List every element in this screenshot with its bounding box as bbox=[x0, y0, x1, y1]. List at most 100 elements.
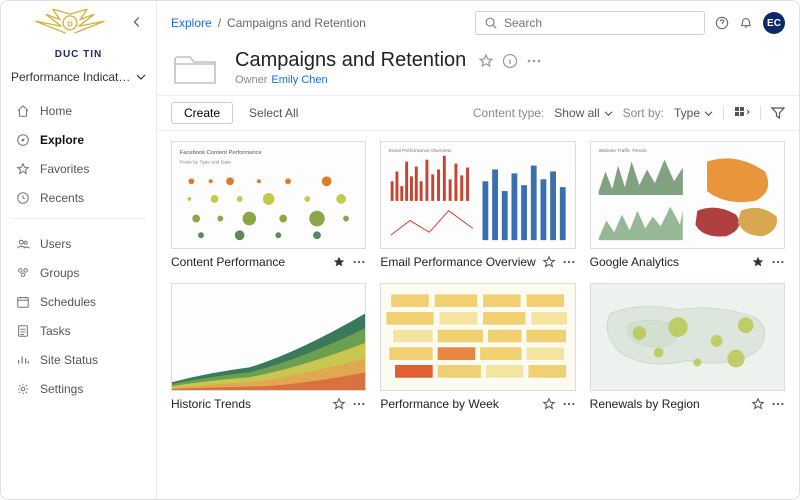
sidebar-divider bbox=[11, 218, 146, 219]
chevron-down-icon bbox=[136, 72, 146, 82]
favorite-star-icon[interactable] bbox=[542, 397, 556, 411]
card-title: Google Analytics bbox=[590, 255, 679, 269]
sidebar-item-tasks[interactable]: Tasks bbox=[1, 316, 156, 345]
favorite-page-star-icon[interactable] bbox=[478, 53, 494, 69]
card-title: Historic Trends bbox=[171, 397, 251, 411]
sidebar-item-recents[interactable]: Recents bbox=[1, 183, 156, 212]
site-selector[interactable]: Performance Indicat… bbox=[11, 70, 146, 84]
search-input[interactable] bbox=[504, 16, 696, 30]
card-thumbnail bbox=[380, 283, 575, 391]
svg-text:Email Performance Overview: Email Performance Overview bbox=[389, 148, 452, 154]
card-thumbnail bbox=[171, 283, 366, 391]
view-toggle[interactable] bbox=[734, 106, 750, 120]
chevron-down-icon bbox=[704, 109, 713, 118]
favorite-star-icon[interactable] bbox=[542, 255, 556, 269]
sidebar-collapse-icon[interactable] bbox=[128, 13, 146, 31]
sidebar-nav-primary: Home Explore Favorites Recents bbox=[1, 92, 156, 212]
sidebar-item-home[interactable]: Home bbox=[1, 96, 156, 125]
card-more-icon[interactable] bbox=[771, 397, 785, 411]
favorite-star-icon[interactable] bbox=[332, 397, 346, 411]
sidebar-item-site-status[interactable]: Site Status bbox=[1, 345, 156, 374]
card-google-analytics[interactable]: Website Traffic Trends Google Analytics bbox=[590, 141, 785, 269]
users-icon bbox=[15, 236, 30, 251]
card-more-icon[interactable] bbox=[352, 397, 366, 411]
filter-icon[interactable] bbox=[771, 106, 785, 120]
card-more-icon[interactable] bbox=[562, 397, 576, 411]
user-avatar[interactable]: EC bbox=[763, 12, 785, 34]
star-icon bbox=[15, 161, 30, 176]
breadcrumb-root[interactable]: Explore bbox=[171, 16, 212, 30]
page-header: Campaigns and Retention Owner Emily Chen bbox=[157, 41, 799, 95]
groups-icon bbox=[15, 265, 30, 280]
sidebar-nav-admin: Users Groups Schedules Tasks Site Status… bbox=[1, 225, 156, 403]
create-button[interactable]: Create bbox=[171, 102, 233, 124]
status-icon bbox=[15, 352, 30, 367]
select-all-link[interactable]: Select All bbox=[249, 106, 298, 120]
sidebar-item-users[interactable]: Users bbox=[1, 229, 156, 258]
card-title: Email Performance Overview bbox=[380, 255, 535, 269]
sidebar-item-label: Favorites bbox=[40, 162, 89, 176]
owner-link[interactable]: Emily Chen bbox=[271, 74, 327, 86]
sidebar-item-schedules[interactable]: Schedules bbox=[1, 287, 156, 316]
sidebar-item-favorites[interactable]: Favorites bbox=[1, 154, 156, 183]
clock-icon bbox=[15, 190, 30, 205]
help-icon[interactable] bbox=[715, 16, 729, 30]
favorite-star-icon[interactable] bbox=[751, 255, 765, 269]
favorite-star-icon[interactable] bbox=[332, 255, 346, 269]
sort-by-select[interactable]: Type bbox=[674, 106, 713, 120]
info-icon[interactable] bbox=[502, 53, 518, 69]
gear-icon bbox=[15, 381, 30, 396]
folder-icon bbox=[171, 49, 219, 89]
owner-label: Owner bbox=[235, 74, 267, 86]
compass-icon bbox=[15, 132, 30, 147]
search-box[interactable] bbox=[475, 11, 705, 35]
tasks-icon bbox=[15, 323, 30, 338]
chevron-down-icon bbox=[604, 109, 613, 118]
card-performance-by-week[interactable]: Performance by Week bbox=[380, 283, 575, 411]
card-historic-trends[interactable]: Historic Trends bbox=[171, 283, 366, 411]
sidebar-item-explore[interactable]: Explore bbox=[1, 125, 156, 154]
card-thumbnail: Facebook Content Performance Posts by Ty… bbox=[171, 141, 366, 249]
notifications-icon[interactable] bbox=[739, 16, 753, 30]
svg-text:Website Traffic Trends: Website Traffic Trends bbox=[598, 148, 646, 154]
sidebar-item-label: Tasks bbox=[40, 324, 71, 338]
card-more-icon[interactable] bbox=[771, 255, 785, 269]
search-icon bbox=[484, 16, 498, 30]
card-title: Performance by Week bbox=[380, 397, 499, 411]
breadcrumb-current: Campaigns and Retention bbox=[227, 16, 366, 30]
sidebar: D DUC TIN Performance Indicat… Home Expl… bbox=[1, 1, 157, 499]
svg-text:Facebook Content Performance: Facebook Content Performance bbox=[180, 150, 262, 156]
page-title: Campaigns and Retention bbox=[235, 49, 466, 72]
breadcrumb-sep: / bbox=[218, 16, 221, 30]
sidebar-item-settings[interactable]: Settings bbox=[1, 374, 156, 403]
card-content-performance[interactable]: Facebook Content Performance Posts by Ty… bbox=[171, 141, 366, 269]
sort-by-label: Sort by: bbox=[623, 106, 664, 120]
breadcrumb: Explore / Campaigns and Retention bbox=[171, 16, 366, 30]
sidebar-item-groups[interactable]: Groups bbox=[1, 258, 156, 287]
card-grid-container: Facebook Content Performance Posts by Ty… bbox=[157, 131, 799, 499]
more-icon[interactable] bbox=[526, 53, 542, 69]
brand-logo: D DUC TIN bbox=[1, 1, 156, 64]
card-thumbnail bbox=[590, 283, 785, 391]
calendar-icon bbox=[15, 294, 30, 309]
sidebar-item-label: Groups bbox=[40, 266, 79, 280]
card-thumbnail: Email Performance Overview bbox=[380, 141, 575, 249]
list-toolbar: Create Select All Content type: Show all… bbox=[157, 95, 799, 131]
topbar-actions: EC bbox=[715, 12, 785, 34]
card-email-performance[interactable]: Email Performance Overview Email Perform… bbox=[380, 141, 575, 269]
logo-wings: D bbox=[25, 9, 115, 47]
main-content: Explore / Campaigns and Retention EC bbox=[157, 1, 799, 499]
home-icon bbox=[15, 103, 30, 118]
card-more-icon[interactable] bbox=[352, 255, 366, 269]
sidebar-item-label: Site Status bbox=[40, 353, 98, 367]
favorite-star-icon[interactable] bbox=[751, 397, 765, 411]
card-renewals-by-region[interactable]: Renewals by Region bbox=[590, 283, 785, 411]
svg-text:D: D bbox=[67, 19, 73, 28]
content-type-select[interactable]: Show all bbox=[554, 106, 612, 120]
sidebar-item-label: Explore bbox=[40, 133, 84, 147]
sidebar-item-label: Home bbox=[40, 104, 72, 118]
content-type-label: Content type: bbox=[473, 106, 544, 120]
grid-icon bbox=[734, 106, 750, 120]
card-more-icon[interactable] bbox=[562, 255, 576, 269]
sidebar-item-label: Schedules bbox=[40, 295, 96, 309]
